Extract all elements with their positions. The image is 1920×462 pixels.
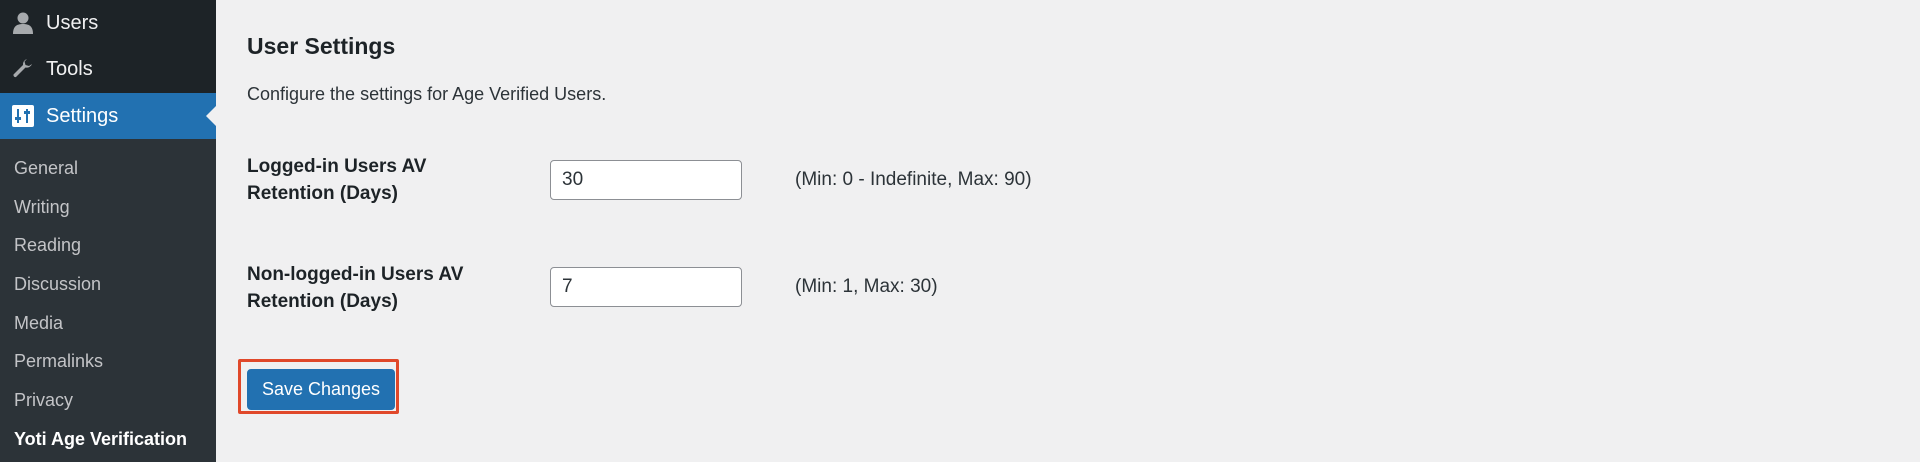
submenu-item-yoti-age-verification[interactable]: Yoti Age Verification	[0, 420, 216, 459]
admin-sidebar: Users Tools Settings General Writing Rea…	[0, 0, 216, 462]
logged-in-retention-input[interactable]	[550, 160, 742, 200]
settings-content: User Settings Configure the settings for…	[238, 0, 1920, 462]
submenu-item-writing[interactable]: Writing	[0, 188, 216, 227]
logged-in-retention-hint: (Min: 0 - Indefinite, Max: 90)	[795, 169, 1032, 190]
submenu-item-permalinks[interactable]: Permalinks	[0, 342, 216, 381]
page-description: Configure the settings for Age Verified …	[247, 84, 607, 104]
submenu-item-discussion[interactable]: Discussion	[0, 265, 216, 304]
submenu-item-reading[interactable]: Reading	[0, 226, 216, 265]
page-title: User Settings	[247, 33, 396, 59]
save-changes-button[interactable]: Save Changes	[247, 369, 395, 410]
settings-sliders-icon	[10, 103, 36, 129]
menu-item-tools[interactable]: Tools	[0, 46, 216, 92]
wrench-icon	[10, 56, 36, 82]
menu-item-users[interactable]: Users	[0, 0, 216, 46]
sidebar-top-section: Users Tools	[0, 0, 216, 93]
menu-item-settings[interactable]: Settings	[0, 93, 216, 139]
submenu-item-general[interactable]: General	[0, 149, 216, 188]
menu-item-label: Settings	[46, 104, 119, 127]
user-icon	[10, 10, 36, 36]
settings-submenu: General Writing Reading Discussion Media…	[0, 149, 216, 459]
submenu-item-media[interactable]: Media	[0, 304, 216, 343]
menu-item-label: Tools	[46, 57, 93, 80]
non-logged-in-retention-label: Non-logged-in Users AV Retention (Days)	[247, 264, 464, 312]
non-logged-in-retention-input[interactable]	[550, 267, 742, 307]
logged-in-retention-label: Logged-in Users AV Retention (Days)	[247, 156, 427, 204]
submenu-item-privacy[interactable]: Privacy	[0, 381, 216, 420]
menu-item-label: Users	[46, 11, 99, 34]
non-logged-in-retention-hint: (Min: 1, Max: 30)	[795, 276, 938, 297]
